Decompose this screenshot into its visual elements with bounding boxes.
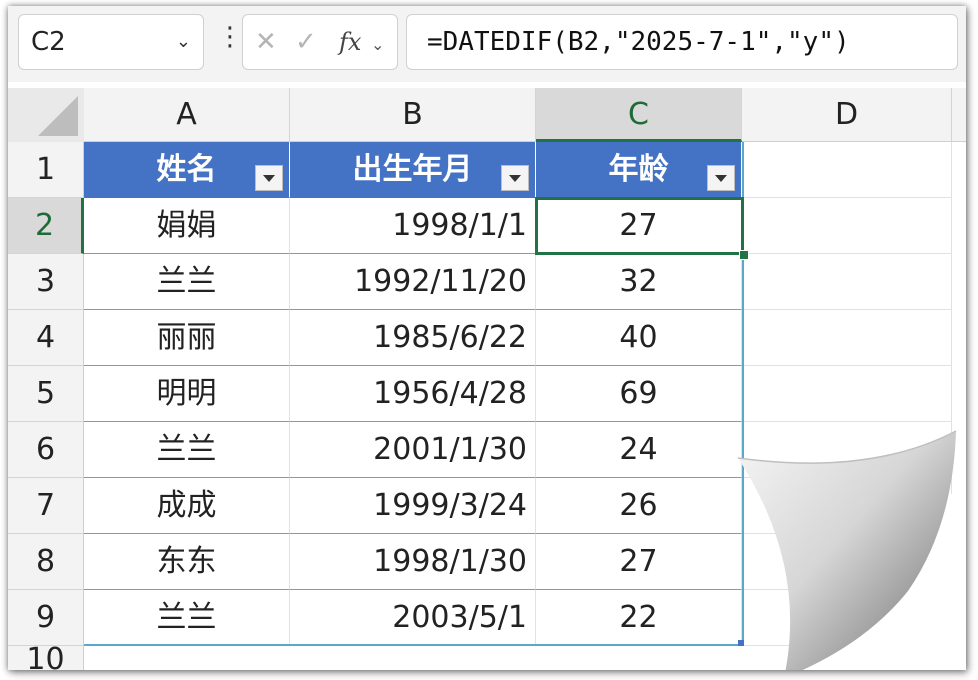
table-cell[interactable]: 69 (536, 366, 742, 422)
table-cell[interactable]: 东东 (84, 534, 290, 590)
cell-d6[interactable] (742, 422, 952, 478)
cell-d4[interactable] (742, 310, 952, 366)
fill-handle[interactable] (739, 250, 749, 260)
cell-d2[interactable] (742, 198, 952, 254)
cell-d7[interactable] (742, 478, 952, 534)
cell-d9[interactable] (742, 590, 952, 646)
column-header-a[interactable]: A (84, 88, 290, 142)
table-cell[interactable]: 成成 (84, 478, 290, 534)
cancel-icon[interactable]: ✕ (255, 27, 277, 57)
confirm-icon[interactable]: ✓ (295, 27, 317, 57)
table-cell[interactable]: 1992/11/20 (290, 254, 536, 310)
table-header-birthdate[interactable]: 出生年月 (290, 142, 536, 198)
chevron-down-icon[interactable]: ⌄ (176, 31, 191, 52)
select-all-button[interactable] (8, 88, 85, 143)
cell-d1[interactable] (742, 142, 952, 198)
column-header-b[interactable]: B (290, 88, 536, 142)
header-label: 出生年月 (352, 152, 473, 187)
table-cell[interactable]: 兰兰 (84, 422, 290, 478)
header-label: 姓名 (156, 152, 217, 187)
name-box[interactable]: C2 ⌄ (18, 14, 204, 70)
formula-bar-row: C2 ⌄ ⋮ ✕ ✓ fx ⌄ =DATEDIF(B2,"2025-7-1","… (8, 6, 966, 82)
table-cell[interactable]: 明明 (84, 366, 290, 422)
cell-d8[interactable] (742, 534, 952, 590)
cell-d5[interactable] (742, 366, 952, 422)
cell-d3[interactable] (742, 254, 952, 310)
table-cell[interactable]: 1999/3/24 (290, 478, 536, 534)
table-cell[interactable]: 娟娟 (84, 198, 290, 254)
header-label: 年龄 (608, 152, 669, 187)
row-header-9[interactable]: 9 (8, 590, 84, 646)
select-all-triangle-icon (38, 96, 78, 136)
table-cell[interactable]: 2003/5/1 (290, 590, 536, 646)
table-cell[interactable]: 1985/6/22 (290, 310, 536, 366)
filter-dropdown-icon[interactable] (501, 165, 529, 191)
name-box-value: C2 (31, 27, 66, 57)
column-header-c[interactable]: C (536, 88, 742, 142)
table-cell[interactable]: 27 (536, 534, 742, 590)
row-header-5[interactable]: 5 (8, 366, 84, 422)
row-header-2[interactable]: 2 (8, 198, 84, 254)
filter-dropdown-icon[interactable] (255, 165, 283, 191)
chevron-down-icon[interactable]: ⌄ (371, 35, 384, 54)
table-cell[interactable]: 丽丽 (84, 310, 290, 366)
row-header-8[interactable]: 8 (8, 534, 84, 590)
table-cell[interactable]: 2001/1/30 (290, 422, 536, 478)
formula-buttons: ✕ ✓ fx ⌄ (242, 14, 398, 70)
table-cell[interactable]: 1998/1/1 (290, 198, 536, 254)
table-cell[interactable]: 1998/1/30 (290, 534, 536, 590)
filter-dropdown-icon[interactable] (707, 165, 735, 191)
vertical-dots-icon[interactable]: ⋮ (217, 24, 243, 50)
table-cell[interactable]: 1956/4/28 (290, 366, 536, 422)
table-cell[interactable]: 26 (536, 478, 742, 534)
formula-input[interactable]: =DATEDIF(B2,"2025-7-1","y") (406, 14, 958, 70)
row-header-10[interactable]: 10 (8, 646, 84, 670)
row-header-6[interactable]: 6 (8, 422, 84, 478)
table-header-age[interactable]: 年龄 (536, 142, 742, 198)
insert-function-icon[interactable]: fx (339, 28, 361, 56)
table-cell[interactable]: 22 (536, 590, 742, 646)
table-cell[interactable]: 27 (536, 198, 742, 254)
table-cell[interactable]: 32 (536, 254, 742, 310)
table-cell[interactable]: 24 (536, 422, 742, 478)
column-header-e[interactable] (952, 88, 966, 142)
table-cell[interactable]: 40 (536, 310, 742, 366)
row-header-3[interactable]: 3 (8, 254, 84, 310)
row-header-1[interactable]: 1 (8, 142, 84, 198)
table-cell[interactable]: 兰兰 (84, 590, 290, 646)
table-header-name[interactable]: 姓名 (84, 142, 290, 198)
row-header-7[interactable]: 7 (8, 478, 84, 534)
spreadsheet-window: C2 ⌄ ⋮ ✕ ✓ fx ⌄ =DATEDIF(B2,"2025-7-1","… (8, 6, 966, 670)
formula-text: =DATEDIF(B2,"2025-7-1","y") (427, 27, 850, 57)
column-header-d[interactable]: D (742, 88, 952, 142)
table-cell[interactable]: 兰兰 (84, 254, 290, 310)
row-header-4[interactable]: 4 (8, 310, 84, 366)
